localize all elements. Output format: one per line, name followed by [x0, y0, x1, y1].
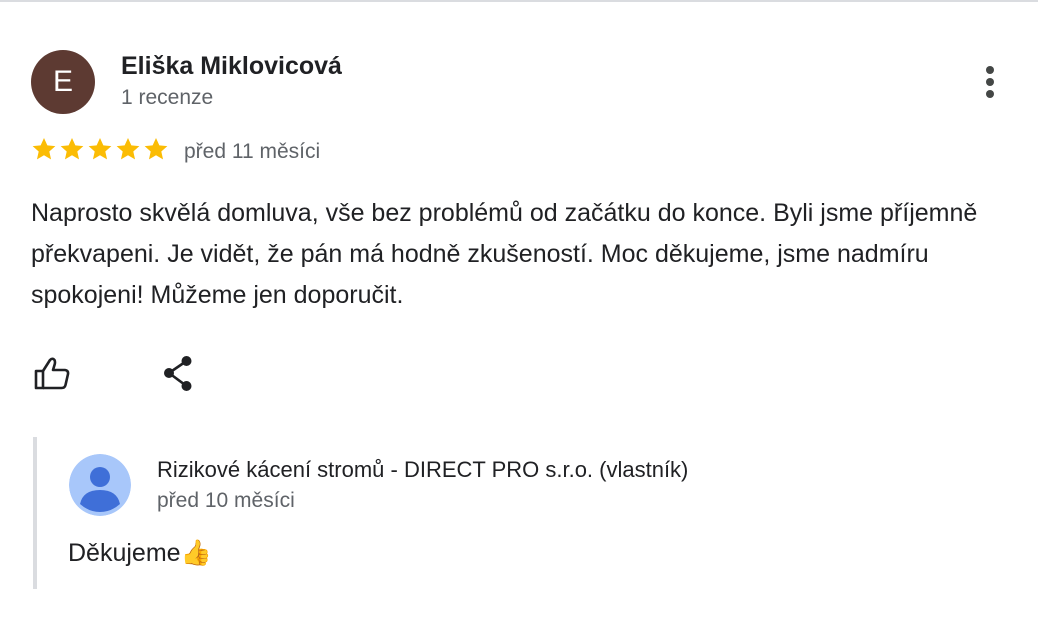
author-name[interactable]: Eliška Miklovicová [121, 52, 342, 81]
author-avatar[interactable]: E [31, 50, 95, 114]
author-initial: E [52, 65, 73, 98]
review-card: E Eliška Miklovicová 1 recenze před 11 m… [0, 0, 1038, 622]
more-vertical-icon-dot [986, 78, 994, 86]
share-button[interactable] [158, 352, 202, 396]
star-icon [60, 137, 84, 160]
star-icon [88, 137, 112, 160]
review-time: před 11 měsíci [184, 140, 321, 163]
like-button[interactable] [30, 352, 74, 396]
owner-name[interactable]: Rizikové kácení stromů - DIRECT PRO s.r.… [157, 457, 688, 483]
owner-reply-time: před 10 měsíci [157, 489, 295, 512]
owner-avatar[interactable] [69, 454, 131, 516]
review-text: Naprosto skvělá domluva, vše bez problém… [31, 199, 978, 309]
more-vertical-icon [986, 66, 994, 74]
owner-reply-text: Děkujeme👍 [68, 539, 212, 567]
more-options-button[interactable] [972, 62, 1008, 102]
star-rating [31, 136, 169, 168]
thumbs-up-icon [34, 357, 70, 390]
author-review-count: 1 recenze [121, 86, 214, 109]
share-icon [164, 356, 192, 391]
star-icon [32, 137, 56, 160]
more-vertical-icon-dot [986, 90, 994, 98]
star-icon [116, 137, 140, 160]
default-person-icon [69, 454, 131, 516]
star-icon [144, 137, 168, 160]
owner-reply: Rizikové kácení stromů - DIRECT PRO s.r.… [33, 437, 997, 589]
